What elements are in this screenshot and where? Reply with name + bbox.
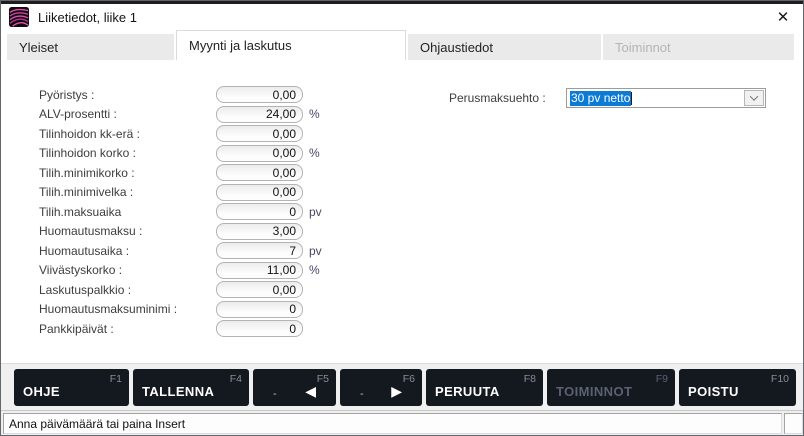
- field-value-input[interactable]: [216, 301, 303, 318]
- function-key-label: F1: [110, 373, 122, 385]
- form-row: Pankkipäivät :: [39, 320, 329, 337]
- payment-term-label: Perusmaksuehto :: [449, 91, 546, 105]
- field-value-input[interactable]: [216, 164, 303, 181]
- tab-label: Toiminnot: [615, 40, 671, 55]
- function-key-label: F8: [524, 373, 536, 385]
- field-value-input[interactable]: [216, 86, 303, 103]
- tab-label: Ohjaustiedot: [420, 40, 493, 55]
- function-key-label: F9: [656, 373, 668, 385]
- field-label: Huomautusmaksuminimi :: [39, 302, 216, 316]
- combobox-value[interactable]: 30 pv netto: [567, 89, 744, 107]
- peruuta-button[interactable]: PERUUTA F8: [426, 369, 543, 406]
- ohje-button[interactable]: OHJE F1: [14, 369, 129, 406]
- field-label: Pyöristys :: [39, 88, 216, 102]
- function-button-bar: OHJE F1 TALLENNA F4 - ◀ F5 - ▶ F6 PERUUT…: [1, 363, 803, 410]
- next-button[interactable]: - ▶ F6: [340, 369, 422, 406]
- field-value-input[interactable]: [216, 125, 303, 142]
- button-label: PERUUTA: [435, 384, 500, 399]
- close-icon[interactable]: ✕: [771, 6, 795, 28]
- field-value-input[interactable]: [216, 242, 303, 259]
- toiminnot-button[interactable]: TOIMINNOT F9: [547, 369, 675, 406]
- button-label: -: [273, 388, 277, 400]
- field-unit-suffix: %: [309, 107, 329, 121]
- field-unit-suffix: pv: [309, 244, 329, 258]
- function-key-label: F4: [230, 373, 242, 385]
- combobox-selected-text: 30 pv netto: [570, 91, 631, 106]
- form-row: Huomautusmaksuminimi :: [39, 301, 329, 318]
- field-label: Pankkipäivät :: [39, 322, 216, 336]
- function-buttons: OHJE F1 TALLENNA F4 - ◀ F5 - ▶ F6 PERUUT…: [14, 369, 796, 406]
- window-title: Liiketiedot, liike 1: [38, 10, 771, 25]
- form-row: Tilinhoidon korko : %: [39, 145, 329, 162]
- field-unit-suffix: pv: [309, 205, 329, 219]
- field-label: Huomautusmaksu :: [39, 224, 216, 238]
- function-key-label: F5: [317, 373, 329, 385]
- field-value-input[interactable]: [216, 184, 303, 201]
- field-value-input[interactable]: [216, 145, 303, 162]
- tab-toiminnot[interactable]: Toiminnot: [603, 34, 794, 60]
- field-value-input[interactable]: [216, 262, 303, 279]
- field-label: ALV-prosentti :: [39, 107, 216, 121]
- tab-panel-myynti-ja-laskutus: Pyöristys : ALV-prosentti : % Tilinhoido…: [1, 60, 803, 363]
- tab-bar: Yleiset Myynti ja laskutus Ohjaustiedot …: [1, 30, 803, 60]
- field-value-input[interactable]: [216, 320, 303, 337]
- tallenna-button[interactable]: TALLENNA F4: [133, 369, 249, 406]
- form-row: Pyöristys :: [39, 86, 329, 103]
- tab-yleiset[interactable]: Yleiset: [7, 34, 174, 60]
- field-value-input[interactable]: [216, 106, 303, 123]
- field-value-input[interactable]: [216, 203, 303, 220]
- form-row: Viivästyskorko : %: [39, 262, 329, 279]
- sales-settings-form: Pyöristys : ALV-prosentti : % Tilinhoido…: [39, 86, 329, 340]
- field-label: Tilih.minimikorko :: [39, 166, 216, 180]
- button-label: POISTU: [688, 384, 739, 399]
- status-bar-grip: [784, 413, 803, 434]
- field-value-input[interactable]: [216, 223, 303, 240]
- field-value-input[interactable]: [216, 281, 303, 298]
- title-bar: Liiketiedot, liike 1 ✕: [1, 4, 803, 30]
- form-row: Tilih.minimivelka :: [39, 184, 329, 201]
- function-key-label: F6: [403, 373, 415, 385]
- status-bar: Anna päivämäärä tai paina Insert: [1, 410, 803, 436]
- chevron-down-icon: [750, 92, 758, 100]
- field-label: Tilih.minimivelka :: [39, 185, 216, 199]
- tab-label: Myynti ja laskutus: [189, 38, 292, 53]
- form-row: Tilinhoidon kk-erä :: [39, 125, 329, 142]
- passeli-logo-icon: [9, 7, 29, 27]
- field-unit-suffix: %: [309, 263, 329, 277]
- form-row: Laskutuspalkkio :: [39, 281, 329, 298]
- tab-ohjaustiedot[interactable]: Ohjaustiedot: [408, 34, 601, 60]
- field-label: Laskutuspalkkio :: [39, 283, 216, 297]
- arrow-icon: ▶: [391, 384, 402, 398]
- field-label: Tilih.maksuaika: [39, 205, 216, 219]
- button-label: OHJE: [23, 384, 60, 399]
- form-row: ALV-prosentti : %: [39, 106, 329, 123]
- button-label: TOIMINNOT: [556, 384, 632, 399]
- previous-button[interactable]: - ◀ F5: [253, 369, 336, 406]
- combobox-dropdown-button[interactable]: [744, 90, 764, 106]
- form-row: Tilih.maksuaika pv: [39, 203, 329, 220]
- text-caret: [631, 92, 632, 105]
- form-row: Huomautusmaksu :: [39, 223, 329, 240]
- dialog-window: Liiketiedot, liike 1 ✕ Yleiset Myynti ja…: [0, 0, 804, 436]
- arrow-icon: ◀: [305, 384, 316, 398]
- field-unit-suffix: %: [309, 146, 329, 160]
- payment-term-combobox[interactable]: 30 pv netto: [566, 88, 766, 108]
- tab-label: Yleiset: [19, 40, 58, 55]
- form-row: Tilih.minimikorko :: [39, 164, 329, 181]
- field-label: Huomautusaika :: [39, 244, 216, 258]
- field-label: Tilinhoidon korko :: [39, 146, 216, 160]
- form-row: Huomautusaika : pv: [39, 242, 329, 259]
- status-message: Anna päivämäärä tai paina Insert: [3, 413, 782, 434]
- button-label: TALLENNA: [142, 384, 214, 399]
- field-label: Tilinhoidon kk-erä :: [39, 127, 216, 141]
- function-key-label: F10: [771, 373, 789, 385]
- poistu-button[interactable]: POISTU F10: [679, 369, 796, 406]
- field-label: Viivästyskorko :: [39, 263, 216, 277]
- tab-myynti-ja-laskutus[interactable]: Myynti ja laskutus: [176, 30, 406, 60]
- button-label: -: [360, 388, 364, 400]
